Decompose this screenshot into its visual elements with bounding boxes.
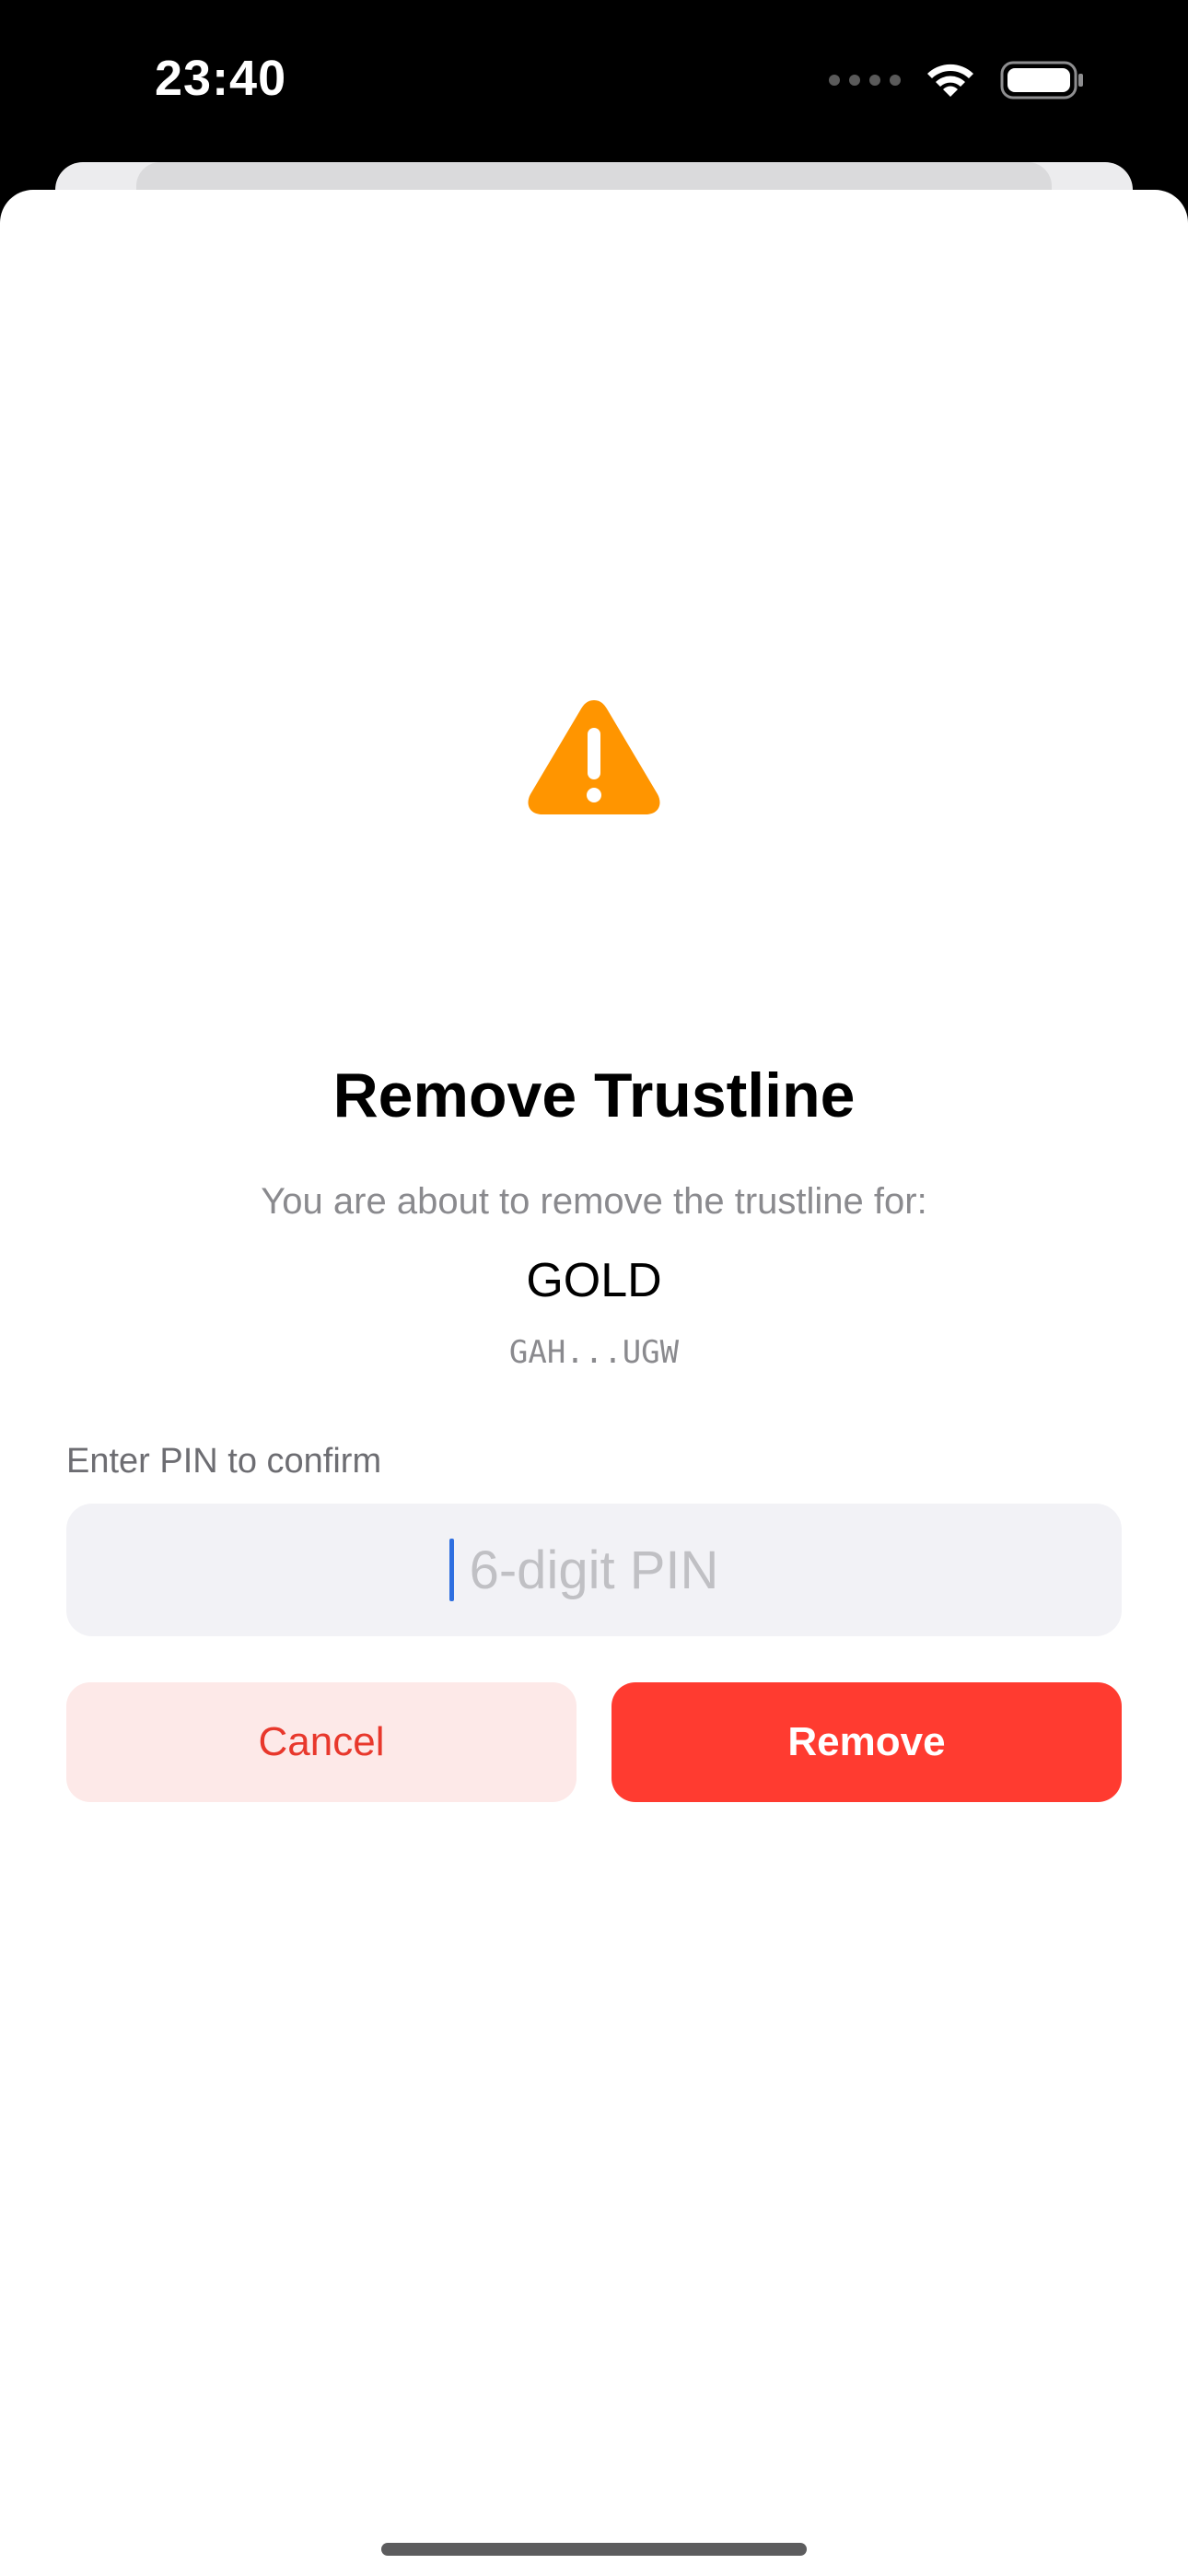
dialog-subtitle: You are about to remove the trustline fo… (261, 1181, 927, 1222)
dialog-title: Remove Trustline (332, 1060, 856, 1130)
wifi-icon (927, 64, 973, 97)
asset-code: GOLD (526, 1254, 662, 1307)
status-icons (829, 57, 1085, 103)
remove-button[interactable]: Remove (611, 1682, 1122, 1802)
pin-input[interactable] (66, 1504, 1122, 1636)
battery-icon (1000, 61, 1083, 100)
status-bar: 23:40 (0, 0, 1188, 166)
warning-triangle-icon (528, 700, 660, 814)
pin-label: Enter PIN to confirm (66, 1442, 382, 1481)
cancel-button[interactable]: Cancel (66, 1682, 577, 1802)
asset-issuer: GAH...UGW (508, 1334, 680, 1371)
remove-trustline-sheet (0, 190, 1188, 2576)
home-indicator[interactable] (381, 2543, 807, 2556)
text-caret (449, 1539, 454, 1601)
status-time: 23:40 (155, 51, 287, 106)
cellular-dots-icon (829, 75, 901, 86)
